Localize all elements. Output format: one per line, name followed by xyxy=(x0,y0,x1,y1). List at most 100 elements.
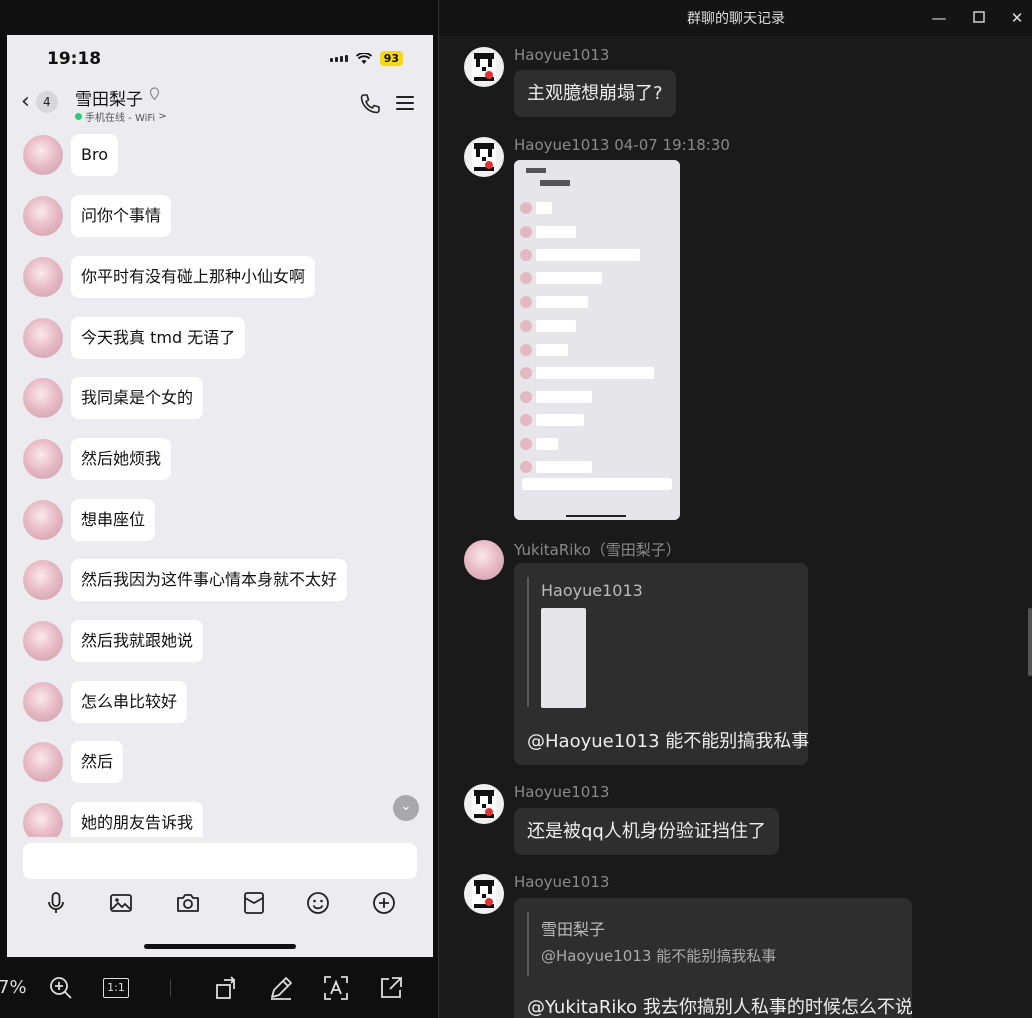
message-bubble[interactable]: 怎么串比较好 xyxy=(71,681,188,723)
image-icon[interactable] xyxy=(109,891,133,915)
avatar[interactable] xyxy=(23,621,63,661)
message-bubble[interactable]: 还是被qq人机身份验证挡住了 xyxy=(514,808,779,855)
avatar[interactable] xyxy=(464,137,504,177)
actual-size-button[interactable]: 1:1 xyxy=(103,978,129,998)
message-item: 我同桌是个女的 xyxy=(23,377,204,419)
location-pin-icon xyxy=(149,87,160,101)
reply-message[interactable]: 雪田梨子 @Haoyue1013 能不能别搞我私事 @YukitaRiko 我去… xyxy=(514,898,913,1018)
input-toolbar xyxy=(7,885,433,921)
avatar[interactable] xyxy=(23,560,63,600)
avatar[interactable] xyxy=(23,439,63,479)
message-bubble[interactable]: 想串座位 xyxy=(71,499,156,541)
avatar-pixel-icon xyxy=(472,880,496,908)
viewer-toolbar: 7% 1:1 xyxy=(0,957,438,1018)
phone-call-icon[interactable] xyxy=(359,93,381,115)
avatar[interactable] xyxy=(23,803,63,837)
message-item: 然后我因为这件事心情本身就不太好 xyxy=(23,559,348,601)
message-bubble[interactable]: 问你个事情 xyxy=(71,195,172,237)
status-time: 19:18 xyxy=(47,49,102,69)
avatar[interactable] xyxy=(23,196,63,236)
title-bar: 群聊的聊天记录 — ✕ xyxy=(439,0,1032,36)
rotate-icon[interactable] xyxy=(214,975,240,1001)
message-bubble[interactable]: Bro xyxy=(71,134,118,176)
avatar[interactable] xyxy=(23,257,63,297)
message-item: 然后我就跟她说 xyxy=(23,620,204,662)
message-bubble[interactable]: 今天我真 tmd 无语了 xyxy=(71,317,246,359)
reply-message[interactable]: Haoyue1013 @Haoyue1013 能不能别搞我私事 xyxy=(514,563,810,765)
avatar[interactable] xyxy=(23,742,63,782)
chevron-left-icon: ‹ xyxy=(21,89,30,114)
status-bar: 19:18 93 xyxy=(7,35,433,83)
message-bubble[interactable]: 你平时有没有碰上那种小仙女啊 xyxy=(71,256,316,298)
quoted-sender: Haoyue1013 xyxy=(541,581,643,600)
reply-text: @Haoyue1013 能不能别搞我私事 xyxy=(527,731,810,752)
quote-bar xyxy=(527,577,529,707)
avatar[interactable] xyxy=(464,47,504,87)
chat-history-window: 群聊的聊天记录 — ✕ Haoyue1013 主观臆想崩塌了? Haoyue10… xyxy=(438,0,1032,1018)
scrollbar[interactable] xyxy=(1028,608,1032,676)
message-list[interactable]: Bro 问你个事情 你平时有没有碰上那种小仙女啊 今天我真 tmd 无语了 我同… xyxy=(7,127,433,837)
message-bubble[interactable]: 主观臆想崩塌了? xyxy=(514,70,676,117)
message-item: 问你个事情 xyxy=(23,195,172,237)
wifi-icon xyxy=(355,52,372,64)
message-item: 然后她烦我 xyxy=(23,438,172,480)
avatar[interactable] xyxy=(23,500,63,540)
avatar[interactable] xyxy=(23,378,63,418)
edit-icon[interactable] xyxy=(268,975,294,1001)
red-packet-icon[interactable] xyxy=(243,891,265,915)
camera-icon[interactable] xyxy=(175,891,201,915)
microphone-icon[interactable] xyxy=(44,891,68,915)
emoji-icon[interactable] xyxy=(306,891,330,915)
plus-icon[interactable] xyxy=(372,891,396,915)
message-item: 今天我真 tmd 无语了 xyxy=(23,317,246,359)
message-input[interactable] xyxy=(23,843,417,879)
maximize-button[interactable] xyxy=(969,8,989,28)
message-bubble[interactable]: 她的朋友告诉我 xyxy=(71,802,204,837)
close-button[interactable]: ✕ xyxy=(1007,8,1027,28)
avatar[interactable] xyxy=(23,135,63,175)
avatar[interactable] xyxy=(23,318,63,358)
message-bubble[interactable]: 然后 xyxy=(71,741,124,783)
message-item: 你平时有没有碰上那种小仙女啊 xyxy=(23,256,316,298)
zoom-level: 7% xyxy=(0,977,27,998)
quote-bar xyxy=(527,912,529,976)
share-icon[interactable] xyxy=(378,975,404,1001)
quoted-text: @Haoyue1013 能不能别搞我私事 xyxy=(541,947,777,965)
sender-name: YukitaRiko（雪田梨子） xyxy=(514,541,681,559)
online-status-icon xyxy=(75,113,82,120)
scroll-to-bottom-button[interactable]: ⌄ xyxy=(393,795,419,821)
avatar[interactable] xyxy=(464,540,504,580)
message-bubble[interactable]: 我同桌是个女的 xyxy=(71,377,204,419)
screenshot-thumbnail[interactable] xyxy=(514,160,680,520)
message-bubble[interactable]: 然后我因为这件事心情本身就不太好 xyxy=(71,559,348,601)
chevron-right-icon: > xyxy=(158,111,167,122)
message-item: 怎么串比较好 xyxy=(23,681,188,723)
sender-name: Haoyue1013 04-07 19:18:30 xyxy=(514,136,730,154)
avatar-pixel-icon xyxy=(472,143,496,171)
signal-icon xyxy=(329,55,348,62)
avatar[interactable] xyxy=(464,784,504,824)
sender-name: Haoyue1013 xyxy=(514,46,610,64)
message-item: 她的朋友告诉我 xyxy=(23,802,204,837)
minimize-button[interactable]: — xyxy=(929,8,949,28)
message-item: 然后 xyxy=(23,741,124,783)
message-bubble[interactable]: 然后我就跟她说 xyxy=(71,620,204,662)
quoted-image[interactable] xyxy=(541,608,586,708)
contact-status[interactable]: 手机在线 - WiFi > xyxy=(75,109,167,124)
phone-screenshot: 19:18 93 ‹ 4 雪田梨子 手机在线 - WiFi > Bro 问你个事… xyxy=(7,35,433,957)
screenshot-preview xyxy=(514,160,680,520)
chat-header: ‹ 4 雪田梨子 手机在线 - WiFi > xyxy=(7,83,433,127)
zoom-in-icon[interactable] xyxy=(48,975,74,1001)
status-icons: 93 xyxy=(329,51,403,66)
avatar[interactable] xyxy=(464,874,504,914)
menu-icon[interactable] xyxy=(395,93,415,113)
back-button[interactable]: ‹ 4 xyxy=(21,91,58,113)
quoted-sender: 雪田梨子 xyxy=(541,920,606,939)
sender-name: Haoyue1013 xyxy=(514,783,610,801)
contact-status-text: 手机在线 - WiFi xyxy=(85,113,156,124)
text-recognition-icon[interactable] xyxy=(323,975,349,1001)
contact-name: 雪田梨子 xyxy=(75,90,143,110)
avatar[interactable] xyxy=(23,682,63,722)
message-bubble[interactable]: 然后她烦我 xyxy=(71,438,172,480)
unread-count-badge: 4 xyxy=(35,91,58,113)
